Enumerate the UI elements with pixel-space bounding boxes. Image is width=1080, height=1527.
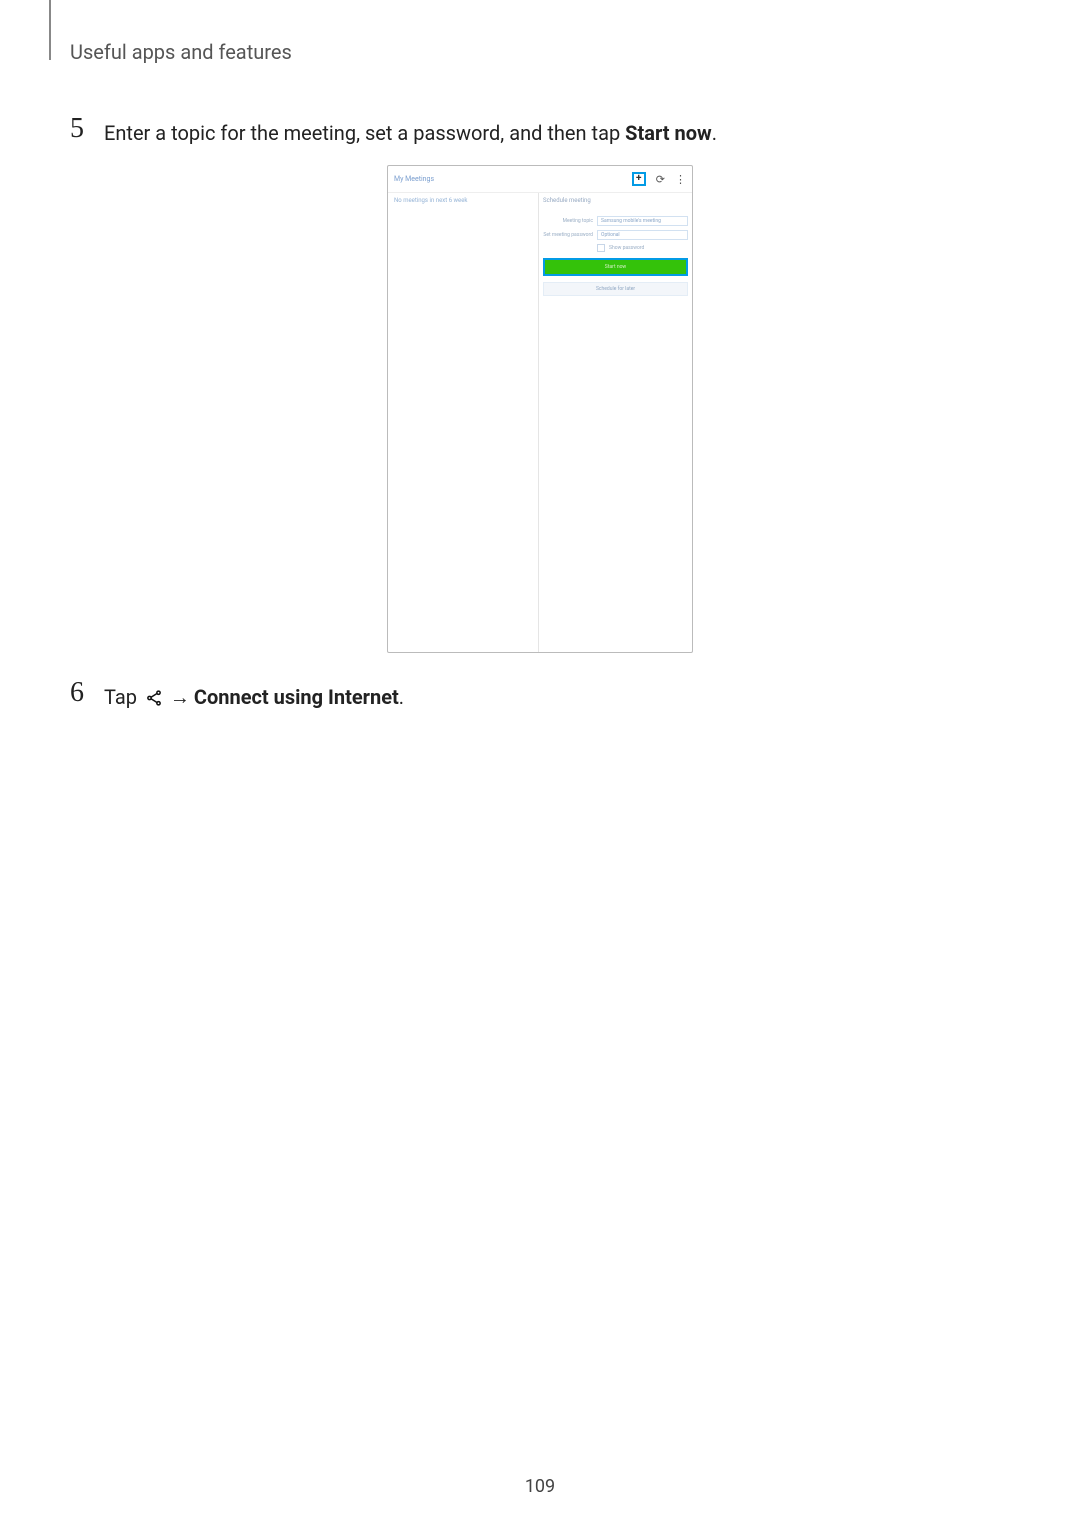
step-number-5: 5	[70, 115, 104, 143]
topic-row: Meeting topic Samsung mobile's meeting	[543, 216, 688, 226]
schedule-title: Schedule meeting	[543, 197, 688, 204]
start-now-label: Start now	[605, 264, 626, 270]
topic-value: Samsung mobile's meeting	[601, 218, 661, 224]
start-now-button[interactable]: Start now	[543, 258, 688, 276]
schedule-later-button[interactable]: Schedule for later	[543, 282, 688, 296]
app-bar: My Meetings + ⟳ ⋮	[388, 166, 692, 193]
step-5-pre: Enter a topic for the meeting, set a pas…	[104, 121, 625, 145]
step-number-6: 6	[70, 679, 104, 707]
left-pane: No meetings in next 6 week	[388, 193, 539, 653]
page-number: 109	[0, 1476, 1080, 1497]
step-5-post: .	[712, 121, 717, 145]
refresh-icon[interactable]: ⟳	[656, 174, 665, 185]
show-password-row: Show password	[597, 244, 688, 252]
password-input[interactable]: Optional	[597, 230, 688, 240]
share-icon	[145, 686, 163, 714]
no-meetings-text: No meetings in next 6 week	[394, 197, 467, 204]
section-title: Useful apps and features	[70, 40, 1010, 64]
schedule-later-label: Schedule for later	[596, 286, 635, 292]
add-icon[interactable]: +	[632, 172, 646, 186]
topic-input[interactable]: Samsung mobile's meeting	[597, 216, 688, 226]
step-6-post: .	[399, 685, 404, 709]
topic-label: Meeting topic	[543, 218, 593, 224]
step-6-pre: Tap	[104, 685, 142, 709]
step-6-text: Tap →Connect using Internet.	[104, 683, 404, 714]
step-5-text: Enter a topic for the meeting, set a pas…	[104, 119, 717, 147]
show-password-checkbox[interactable]	[597, 244, 605, 252]
header-rule	[49, 0, 51, 60]
more-icon[interactable]: ⋮	[675, 174, 686, 185]
device-screenshot: My Meetings + ⟳ ⋮ No meetings in next 6 …	[387, 165, 693, 653]
step-5: 5 Enter a topic for the meeting, set a p…	[70, 119, 1010, 147]
right-pane: Schedule meeting Meeting topic Samsung m…	[539, 193, 692, 653]
app-body: No meetings in next 6 week Schedule meet…	[388, 193, 692, 653]
step-6: 6 Tap →Connect using Internet.	[70, 683, 1010, 714]
figure-wrap: My Meetings + ⟳ ⋮ No meetings in next 6 …	[70, 165, 1010, 653]
password-row: Set meeting password Optional	[543, 230, 688, 240]
arrow-icon: →	[170, 685, 190, 709]
step-6-bold: Connect using Internet	[194, 685, 399, 709]
password-placeholder: Optional	[601, 232, 620, 238]
show-password-label: Show password	[609, 245, 644, 251]
app-actions: + ⟳ ⋮	[632, 172, 686, 186]
password-label: Set meeting password	[543, 232, 593, 238]
app-title: My Meetings	[394, 175, 632, 183]
step-5-bold: Start now	[625, 121, 712, 145]
